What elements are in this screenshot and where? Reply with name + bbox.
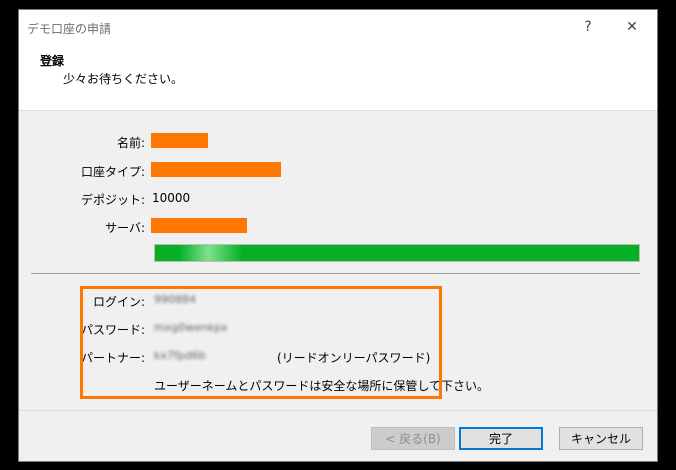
close-button[interactable]: ✕ xyxy=(617,16,647,38)
dialog-footer: < 戻る(B) 完了 キャンセル xyxy=(19,410,657,464)
name-label: 名前: xyxy=(116,136,145,150)
close-icon: ✕ xyxy=(626,19,638,35)
name-value-redacted xyxy=(151,133,208,148)
registration-progress-bar xyxy=(154,244,640,262)
back-button[interactable]: < 戻る(B) xyxy=(371,427,455,450)
dialog-window: デモ口座の申請 ? ✕ 登録 少々お待ちください。 名前: 口座タイプ: デポジ… xyxy=(18,9,658,462)
account-type-label: 口座タイプ: xyxy=(80,165,145,179)
account-type-value-redacted xyxy=(151,162,281,177)
help-button[interactable]: ? xyxy=(573,16,603,38)
cancel-button[interactable]: キャンセル xyxy=(559,427,643,450)
deposit-label: デポジット: xyxy=(80,193,145,207)
window-title: デモ口座の申請 xyxy=(27,22,112,36)
title-bar: デモ口座の申請 ? ✕ xyxy=(19,10,657,44)
credentials-highlight-box xyxy=(80,286,442,399)
page-subtitle: 少々お待ちください。 xyxy=(63,72,184,86)
wizard-header: 登録 少々お待ちください。 xyxy=(19,44,657,111)
finish-button[interactable]: 完了 xyxy=(459,427,543,450)
page-title: 登録 xyxy=(40,54,65,68)
help-icon: ? xyxy=(584,19,592,35)
server-label: サーバ: xyxy=(105,221,145,235)
deposit-value: 10000 xyxy=(152,191,191,205)
progress-fill xyxy=(155,245,639,261)
server-value-redacted xyxy=(151,218,247,233)
divider xyxy=(31,273,640,274)
